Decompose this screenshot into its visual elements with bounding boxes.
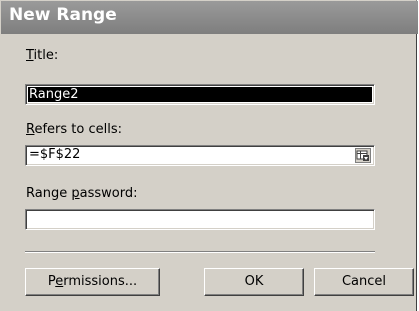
ok-button[interactable]: OK	[204, 268, 304, 296]
new-range-dialog: New Range Title: Range2 Refers to cells:…	[0, 0, 418, 311]
range-collapse-icon[interactable]	[355, 148, 371, 163]
cancel-button[interactable]: Cancel	[314, 268, 414, 296]
permissions-button[interactable]: Permissions...	[25, 268, 160, 296]
permissions-label-rest: rmissions...	[63, 274, 138, 289]
password-label-rest: assword:	[79, 186, 138, 201]
range-password-input[interactable]	[25, 209, 375, 230]
password-label-pre: Range	[26, 186, 72, 201]
title-input[interactable]: Range2	[25, 84, 375, 105]
range-password-label: Range password:	[26, 186, 137, 201]
title-label-rest: itle:	[33, 48, 59, 63]
title-label-mnemonic: T	[26, 48, 34, 63]
dialog-title: New Range	[9, 5, 117, 25]
refers-to-label: Refers to cells:	[26, 122, 122, 137]
password-label-mnemonic: p	[71, 186, 80, 201]
separator	[25, 251, 375, 253]
refers-to-input-value: =$F$22	[29, 147, 81, 162]
title-bar[interactable]: New Range	[1, 1, 418, 34]
title-input-value: Range2	[28, 87, 372, 102]
refers-to-input[interactable]: =$F$22	[25, 145, 375, 166]
refers-label-rest: efers to cells:	[34, 122, 122, 137]
title-label: Title:	[26, 48, 58, 63]
